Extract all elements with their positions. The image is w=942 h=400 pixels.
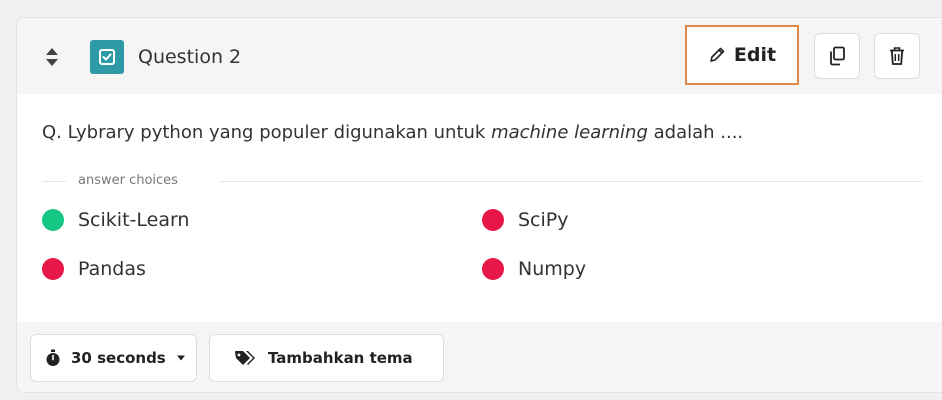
question-number: Question 2	[138, 46, 242, 68]
caret-down-icon	[176, 355, 185, 361]
duplicate-button[interactable]	[814, 33, 860, 79]
answer-choice-label: SciPy	[518, 209, 569, 231]
sort-updown-icon[interactable]	[44, 47, 60, 67]
add-theme-label: Tambahkan tema	[268, 349, 413, 367]
answer-choice: Scikit-Learn	[42, 207, 189, 233]
incorrect-indicator-icon	[482, 258, 504, 280]
timer-dropdown[interactable]: 30 seconds	[30, 334, 197, 382]
answer-choice: Numpy	[482, 256, 586, 282]
correct-indicator-icon	[42, 209, 64, 231]
answer-choice: SciPy	[482, 207, 569, 233]
answer-choice-label: Pandas	[78, 258, 146, 280]
edit-button[interactable]: Edit	[685, 25, 799, 85]
checkbox-icon	[99, 49, 115, 65]
answer-choice-label: Scikit-Learn	[78, 209, 190, 231]
delete-button[interactable]	[874, 33, 920, 79]
divider-line-right	[220, 181, 922, 182]
answer-choices-label: answer choices	[78, 173, 178, 188]
stopwatch-icon	[46, 349, 60, 366]
trash-icon	[890, 47, 904, 65]
add-theme-button[interactable]: Tambahkan tema	[209, 334, 444, 382]
pencil-icon	[710, 47, 725, 62]
edit-button-label: Edit	[733, 44, 777, 66]
question-header: Question 2 Edit	[17, 18, 942, 94]
question-type-badge	[90, 40, 124, 74]
timer-label: 30 seconds	[71, 349, 166, 367]
divider-line-left	[42, 181, 66, 182]
incorrect-indicator-icon	[42, 258, 64, 280]
answer-choice-label: Numpy	[518, 258, 587, 280]
answer-choices-divider: answer choices	[42, 171, 922, 191]
tags-icon	[235, 351, 255, 365]
question-text: Q. Lybrary python yang populer digunakan…	[42, 122, 743, 143]
incorrect-indicator-icon	[482, 209, 504, 231]
answer-choice: Pandas	[42, 256, 146, 282]
question-text-emphasis: machine learning	[491, 122, 648, 143]
copy-icon	[830, 46, 845, 66]
question-text-prefix: Q. Lybrary python yang populer digunakan…	[42, 122, 492, 143]
question-text-suffix: adalah ....	[647, 122, 744, 143]
question-footer: 30 seconds Tambahkan tema	[17, 322, 942, 392]
question-card: Question 2 Edit Q. Lybrary python yang p…	[16, 17, 942, 393]
